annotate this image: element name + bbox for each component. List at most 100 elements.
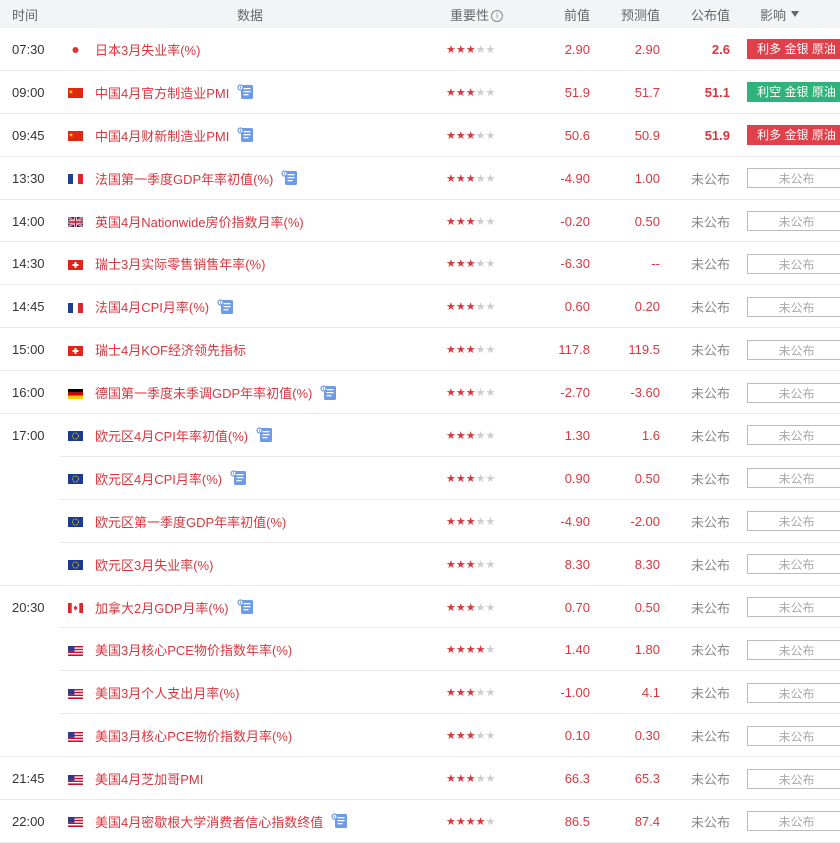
row-time: 22:00: [12, 813, 45, 829]
star-icon: ★: [465, 387, 476, 400]
table-row[interactable]: 15:00 瑞士4月KOF经济领先指标 ★★★★★ 117.8 119.5 未公布 未公布: [0, 328, 840, 372]
header-actual: 公布值: [690, 7, 730, 23]
star-icon: ★: [465, 301, 476, 314]
table-row[interactable]: 14:45 法国4月CPI月率(%) ★★★★★ 0.60 0.20 未公布 未公布: [0, 285, 840, 329]
table-row[interactable]: 16:00 德国第一季度未季调GDP年率初值(%) ★★★★★ -2.70 -3.60 未…: [0, 371, 840, 415]
table-row[interactable]: 美国3月核心PCE物价指数年率(%) ★★★★★ 1.40 1.80 未公布 未公布: [0, 628, 840, 672]
row-previous: 117.8: [558, 342, 590, 358]
importance-stars: ★★★★★: [440, 172, 530, 185]
indicator-name-link[interactable]: 美国4月密歇根大学消费者信心指数终值: [95, 812, 323, 831]
table-row[interactable]: 20:30 加拿大2月GDP月率(%) ★★★★★ 0.70 0.50 未公布 未公布: [0, 586, 840, 629]
star-empty-icon: ★: [475, 387, 486, 400]
star-icon: ★: [455, 258, 466, 271]
table-row[interactable]: 07:30 日本3月失业率(%) ★★★★★ 2.90 2.90 2.6 利多 金银 原油: [0, 28, 840, 71]
star-icon: ★: [465, 258, 476, 271]
row-actual: 未公布: [690, 772, 730, 788]
table-body: 07:30 日本3月失业率(%) ★★★★★ 2.90 2.90 2.6 利多 金银 原油 0…: [0, 28, 840, 843]
report-doc-icon[interactable]: [256, 427, 274, 443]
row-forecast: 0.50: [634, 470, 660, 486]
table-row[interactable]: 美国3月核心PCE物价指数月率(%) ★★★★★ 0.10 0.30 未公布 未公布: [0, 714, 840, 758]
star-empty-icon: ★: [475, 515, 486, 528]
flag-de-icon: [68, 387, 85, 399]
table-row[interactable]: 欧元区3月失业率(%) ★★★★★ 8.30 8.30 未公布 未公布: [0, 543, 840, 586]
indicator-name-link[interactable]: 欧元区3月失业率(%): [95, 555, 213, 574]
star-icon: ★: [455, 344, 466, 357]
row-actual: 未公布: [690, 214, 730, 230]
row-forecast: 119.5: [628, 342, 660, 358]
effect-badge: 未公布: [747, 468, 840, 489]
flag-cn-icon: [68, 129, 85, 142]
report-doc-icon[interactable]: [237, 127, 255, 143]
indicator-name-link[interactable]: 日本3月失业率(%): [95, 40, 200, 59]
flag-fr-icon: [68, 301, 85, 313]
table-row[interactable]: 09:00 中国4月官方制造业PMI ★★★★★ 51.9 51.7 51.1 利空 金银 …: [0, 71, 840, 114]
table-row[interactable]: 14:00 英国4月Nationwide房价指数月率(%) ★★★★★ -0.20 0.…: [0, 200, 840, 243]
indicator-name-link[interactable]: 加拿大2月GDP月率(%): [95, 598, 229, 617]
importance-stars: ★★★★★: [440, 729, 530, 742]
star-icon: ★: [455, 172, 466, 185]
indicator-name-link[interactable]: 美国3月核心PCE物价指数年率(%): [95, 640, 292, 659]
table-row[interactable]: 欧元区4月CPI月率(%) ★★★★★ 0.90 0.50 未公布 未公布: [0, 457, 840, 500]
row-data: 欧元区4月CPI月率(%): [60, 469, 440, 488]
table-row[interactable]: 美国3月个人支出月率(%) ★★★★★ -1.00 4.1 未公布 未公布: [0, 671, 840, 715]
report-doc-icon[interactable]: [331, 813, 349, 829]
star-icon: ★: [465, 429, 476, 442]
star-icon: ★: [465, 215, 476, 228]
indicator-name-link[interactable]: 美国3月核心PCE物价指数月率(%): [95, 726, 292, 745]
indicator-name-link[interactable]: 瑞士3月实际零售销售年率(%): [95, 254, 265, 273]
row-data: 美国3月核心PCE物价指数月率(%): [60, 726, 440, 745]
star-empty-icon: ★: [475, 86, 486, 99]
star-icon: ★: [446, 172, 456, 185]
row-previous: 50.6: [564, 127, 590, 143]
report-doc-icon[interactable]: [237, 84, 255, 100]
row-previous: -0.20: [560, 213, 590, 229]
header-importance[interactable]: 重要性 i: [440, 5, 530, 24]
table-row[interactable]: 17:00 欧元区4月CPI年率初值(%) ★★★★★ 1.30 1.6 未公布 未公布: [0, 414, 840, 457]
table-row[interactable]: 09:45 中国4月财新制造业PMI ★★★★★ 50.6 50.9 51.9 利多 金银 …: [0, 114, 840, 157]
indicator-name-link[interactable]: 欧元区4月CPI月率(%): [95, 469, 222, 488]
indicator-name-link[interactable]: 法国4月CPI月率(%): [95, 297, 209, 316]
row-data: 美国4月芝加哥PMI: [60, 769, 440, 788]
indicator-name-link[interactable]: 法国第一季度GDP年率初值(%): [95, 169, 273, 188]
row-effect: 未公布: [730, 253, 840, 274]
report-doc-icon[interactable]: [217, 299, 235, 315]
indicator-name-link[interactable]: 欧元区4月CPI年率初值(%): [95, 426, 248, 445]
star-icon: ★: [446, 687, 456, 700]
info-icon[interactable]: i: [491, 10, 504, 23]
indicator-name-link[interactable]: 德国第一季度未季调GDP年率初值(%): [95, 383, 312, 402]
indicator-name-link[interactable]: 英国4月Nationwide房价指数月率(%): [95, 212, 304, 231]
row-data: 中国4月财新制造业PMI: [60, 126, 440, 145]
header-effect-filter[interactable]: 影响: [730, 5, 840, 24]
star-empty-icon: ★: [485, 129, 496, 142]
star-empty-icon: ★: [485, 472, 496, 485]
table-row[interactable]: 21:45 美国4月芝加哥PMI ★★★★★ 66.3 65.3 未公布 未公布: [0, 757, 840, 801]
indicator-name-link[interactable]: 中国4月财新制造业PMI: [95, 126, 229, 145]
importance-stars: ★★★★★: [440, 300, 530, 313]
header-forecast: 预测值: [620, 7, 660, 23]
star-icon: ★: [465, 472, 476, 485]
effect-badge: 未公布: [747, 597, 840, 618]
indicator-name-link[interactable]: 美国4月芝加哥PMI: [95, 769, 203, 788]
report-doc-icon[interactable]: [281, 170, 299, 186]
indicator-name-link[interactable]: 美国3月个人支出月率(%): [95, 683, 239, 702]
table-row[interactable]: 欧元区第一季度GDP年率初值(%) ★★★★★ -4.90 -2.00 未公布 未公布: [0, 500, 840, 543]
indicator-name-link[interactable]: 中国4月官方制造业PMI: [95, 83, 229, 102]
report-doc-icon[interactable]: [320, 384, 338, 401]
importance-stars: ★★★★★: [440, 43, 530, 56]
table-row[interactable]: 13:30 法国第一季度GDP年率初值(%) ★★★★★ -4.90 1.00 未公布 未公…: [0, 157, 840, 200]
indicator-name-link[interactable]: 瑞士4月KOF经济领先指标: [95, 340, 246, 359]
row-previous: 0.70: [564, 599, 590, 615]
report-doc-icon[interactable]: [237, 599, 255, 615]
table-row[interactable]: 14:30 瑞士3月实际零售销售年率(%) ★★★★★ -6.30 -- 未公布 未公布: [0, 242, 840, 286]
star-empty-icon: ★: [485, 172, 496, 185]
report-doc-icon[interactable]: [230, 470, 248, 486]
table-row[interactable]: 22:00 美国4月密歇根大学消费者信心指数终值 ★★★★★ 86.5 87.4 未公布未…: [0, 800, 840, 843]
star-empty-icon: ★: [475, 215, 486, 228]
row-effect: 未公布: [730, 639, 840, 660]
row-effect: 未公布: [730, 339, 840, 360]
flag-us-icon: [68, 687, 85, 699]
indicator-name-link[interactable]: 欧元区第一季度GDP年率初值(%): [95, 512, 286, 531]
row-previous: -6.30: [560, 256, 590, 272]
star-icon: ★: [465, 129, 476, 142]
star-empty-icon: ★: [485, 43, 496, 56]
